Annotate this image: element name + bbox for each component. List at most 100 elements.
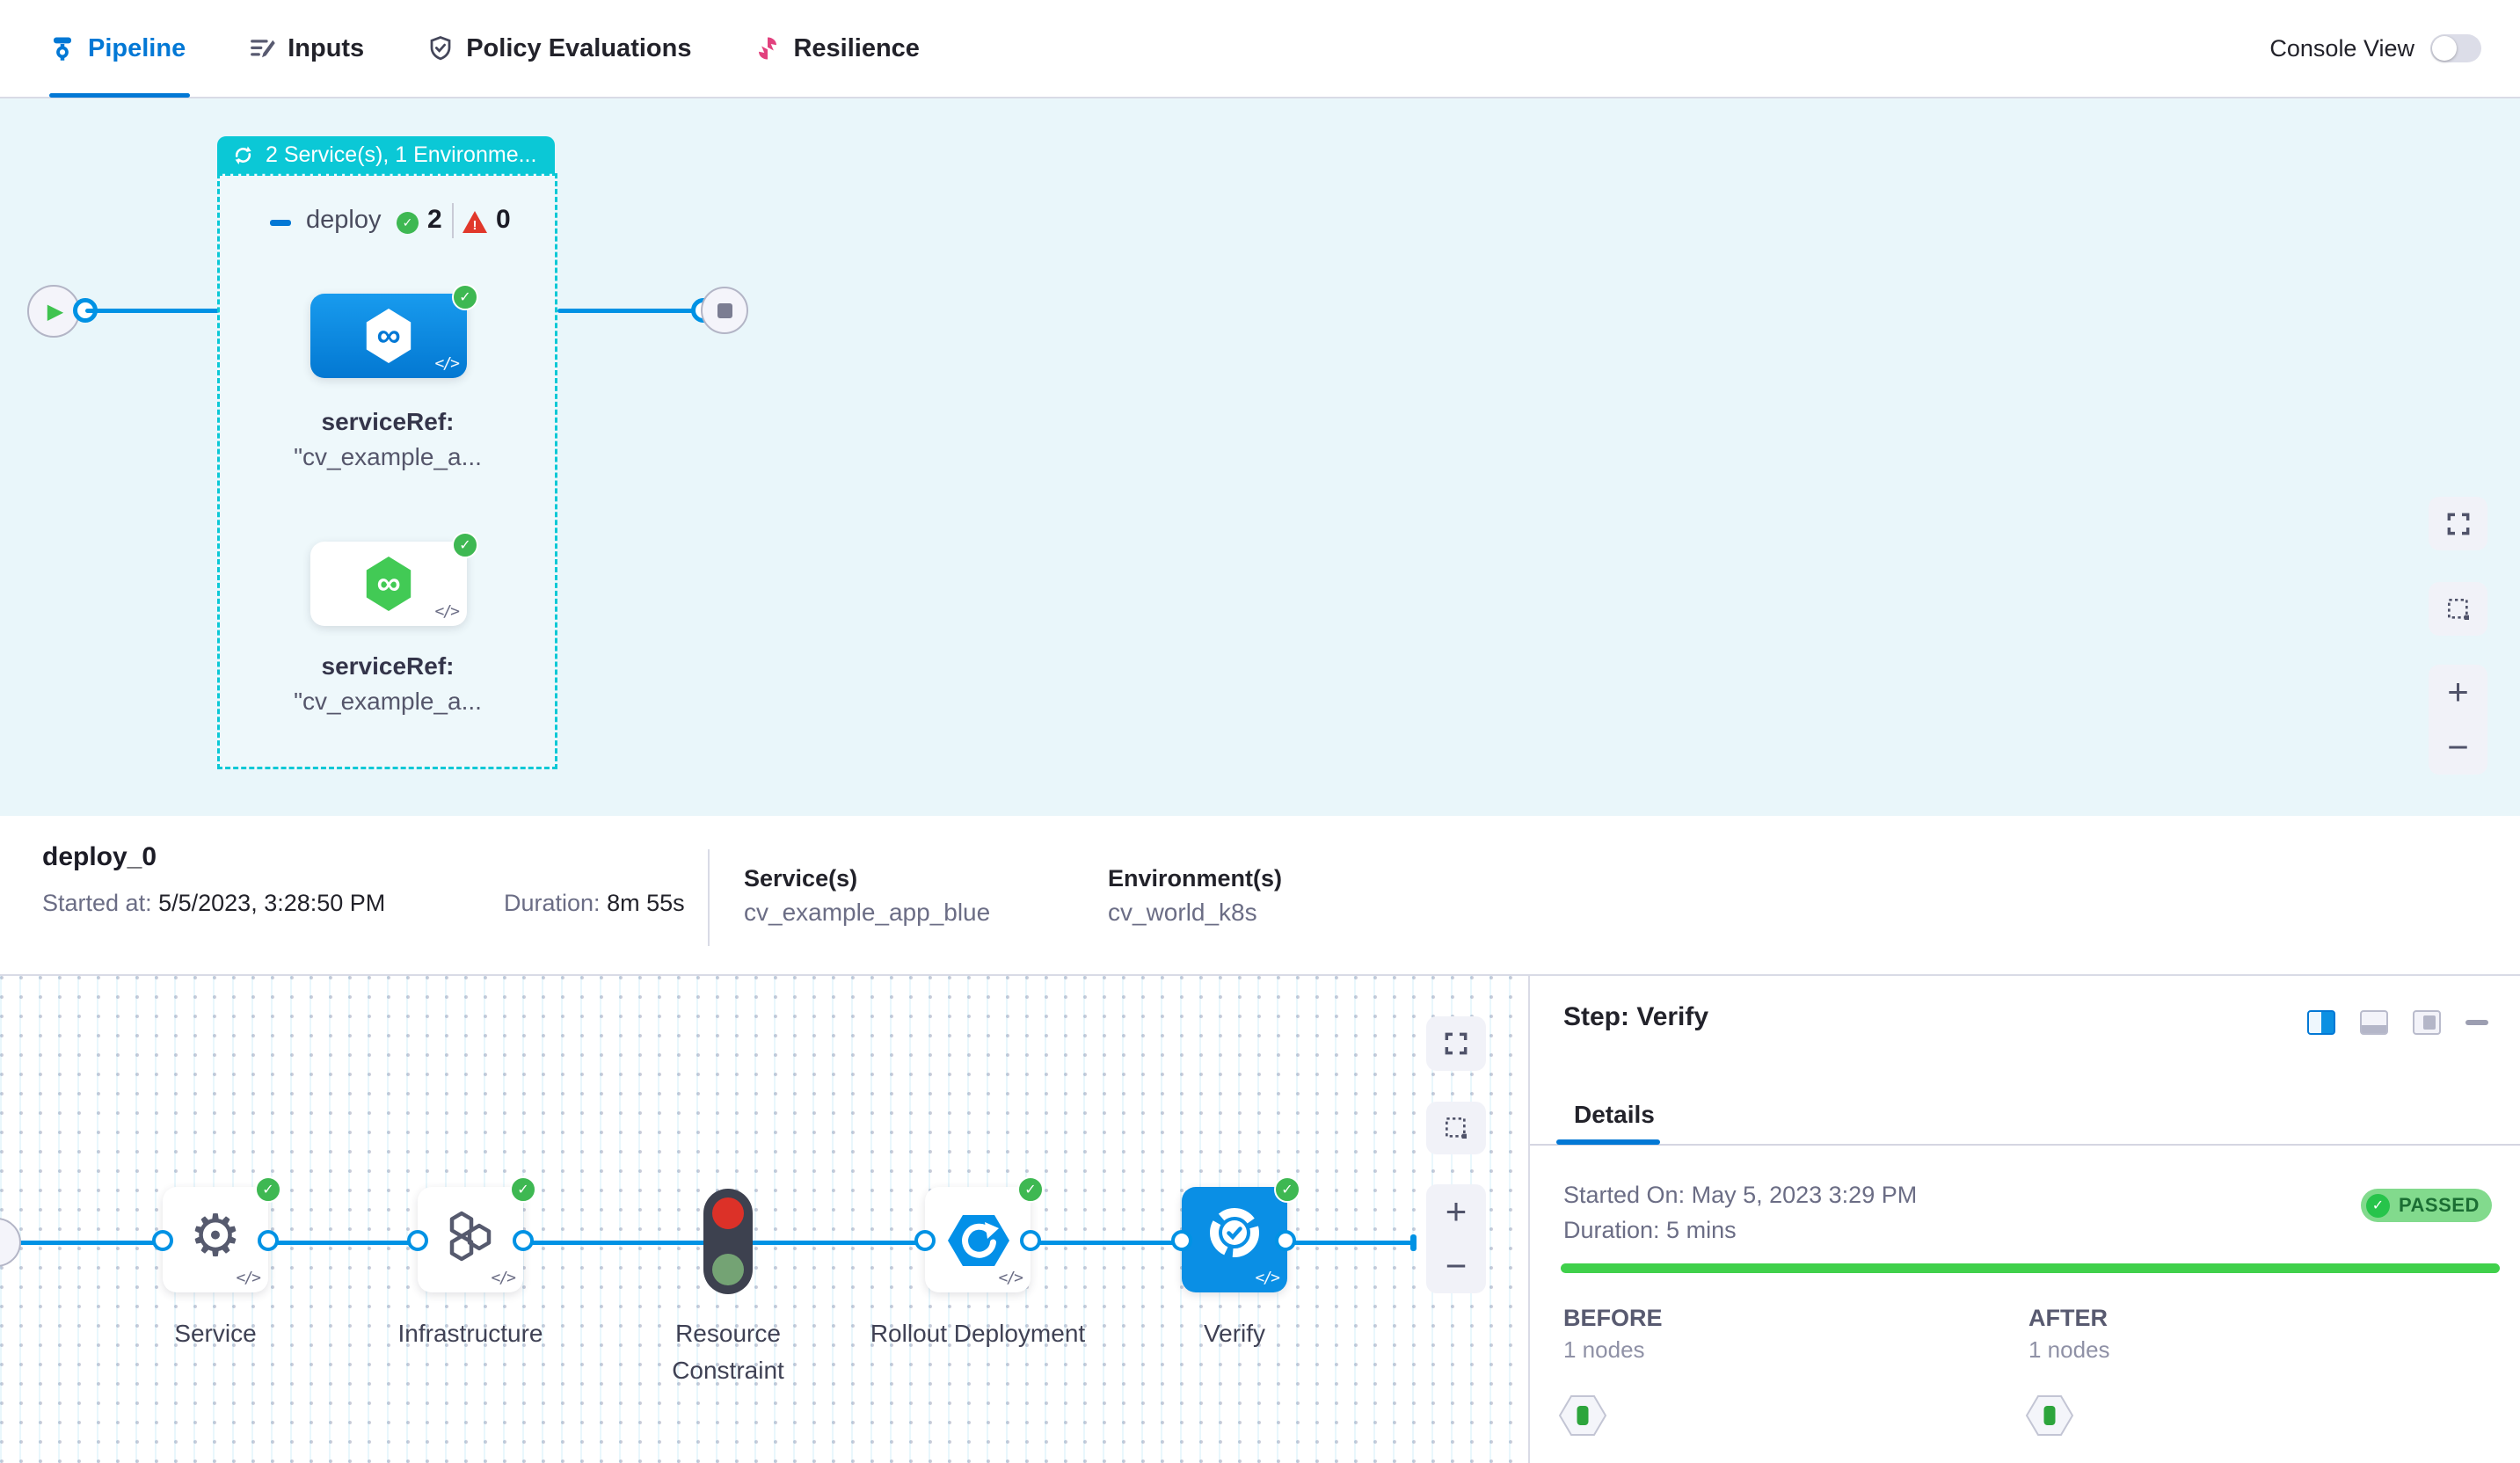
step-started-on: Started On: May 5, 2023 3:29 PM bbox=[1563, 1182, 1917, 1209]
code-glyph: </> bbox=[998, 1269, 1022, 1287]
stage-success-count: 2 bbox=[427, 205, 442, 235]
code-glyph: </> bbox=[1255, 1269, 1278, 1287]
step-label-resource-constraint: Resource Constraint bbox=[623, 1315, 834, 1389]
harness-service-icon: ∞ bbox=[364, 309, 413, 363]
services-header: Service(s) bbox=[744, 865, 857, 892]
duration: Duration: 8m 55s bbox=[504, 890, 685, 917]
pipeline-stage-canvas[interactable]: ▶ 2 Service(s), 1 Environme... deploy ✓ … bbox=[0, 98, 2520, 816]
stage-name[interactable]: deploy bbox=[306, 206, 381, 235]
rollout-step-success-badge: ✓ bbox=[1017, 1176, 1044, 1203]
started-at: Started at: 5/5/2023, 3:28:50 PM bbox=[42, 890, 385, 917]
console-view-label: Console View bbox=[2269, 35, 2414, 62]
layout-split-bottom-button[interactable] bbox=[2360, 1010, 2388, 1035]
layout-drawer-button[interactable] bbox=[2413, 1010, 2441, 1035]
infinity-glyph: ∞ bbox=[376, 317, 400, 355]
after-node-count: 1 nodes bbox=[2028, 1336, 2110, 1364]
before-node-hexagon[interactable] bbox=[1557, 1393, 1608, 1438]
code-glyph: </> bbox=[434, 602, 458, 621]
pipeline-start-node[interactable]: ▶ bbox=[27, 285, 80, 338]
step-node-verify[interactable]: </> bbox=[1182, 1187, 1287, 1292]
tab-details[interactable]: Details bbox=[1574, 1101, 1655, 1129]
pipeline-end-node[interactable] bbox=[701, 287, 748, 334]
status-check-icon: ✓ bbox=[2366, 1194, 2390, 1218]
layout-split-right-button[interactable] bbox=[2307, 1010, 2335, 1035]
resilience-chaos-icon bbox=[754, 35, 781, 62]
connector bbox=[1020, 1230, 1041, 1251]
service-2-label-key: serviceRef: bbox=[256, 652, 520, 681]
exec-canvas-fullscreen-button[interactable] bbox=[1426, 1016, 1486, 1071]
tab-inputs[interactable]: Inputs bbox=[249, 34, 364, 63]
service-node-2[interactable]: ∞ </> bbox=[310, 542, 467, 626]
stop-icon bbox=[717, 303, 732, 318]
service-2-label-value: "cv_example_a... bbox=[256, 688, 520, 716]
exec-canvas-reset-selection-button[interactable] bbox=[1426, 1102, 1486, 1154]
service-1-label-value: "cv_example_a... bbox=[256, 443, 520, 471]
infrastructure-step-success-badge: ✓ bbox=[510, 1176, 536, 1203]
tab-policy-evaluations[interactable]: Policy Evaluations bbox=[427, 34, 691, 63]
stage-failed-count: 0 bbox=[496, 205, 511, 235]
minimize-panel-button[interactable] bbox=[2465, 1020, 2488, 1025]
before-label: BEFORE bbox=[1563, 1305, 1663, 1332]
summary-divider bbox=[708, 849, 710, 946]
step-node-service[interactable]: ⚙ </> bbox=[163, 1187, 268, 1292]
canvas-reset-selection-button[interactable] bbox=[2429, 582, 2487, 636]
tab-resilience[interactable]: Resilience bbox=[754, 34, 919, 63]
edge-end-cap bbox=[1410, 1234, 1417, 1251]
drawer-icon-fill bbox=[2423, 1015, 2436, 1030]
services-value[interactable]: cv_example_app_blue bbox=[744, 899, 990, 927]
details-tab-indicator bbox=[1556, 1139, 1660, 1145]
verify-icon bbox=[1205, 1203, 1264, 1263]
step-node-infrastructure[interactable]: </> bbox=[418, 1187, 523, 1292]
service-step-success-badge: ✓ bbox=[255, 1176, 281, 1203]
step-details-panel: Step: Verify Details Started On: May 5, … bbox=[1530, 976, 2520, 1463]
tab-inputs-label: Inputs bbox=[288, 34, 364, 63]
warning-exclamation: ! bbox=[473, 218, 477, 233]
gear-icon: ⚙ bbox=[189, 1206, 241, 1264]
service-1-success-badge: ✓ bbox=[452, 284, 478, 310]
connector bbox=[258, 1230, 279, 1251]
stage-group-header[interactable]: 2 Service(s), 1 Environme... bbox=[217, 136, 555, 174]
stage-run-name[interactable]: deploy_0 bbox=[42, 842, 157, 872]
tab-pipeline-label: Pipeline bbox=[88, 34, 186, 63]
inputs-icon bbox=[249, 35, 275, 62]
verification-progress-bar bbox=[1561, 1263, 2500, 1273]
service-1-label-key: serviceRef: bbox=[256, 408, 520, 436]
exec-zoom-in-button[interactable]: + bbox=[1446, 1193, 1468, 1230]
exec-canvas-zoom-controls: + − bbox=[1426, 1184, 1486, 1293]
step-graph-canvas[interactable]: ⚙ </> ✓ Service </> ✓ Infrastructure Res… bbox=[0, 976, 1530, 1463]
exec-zoom-out-button[interactable]: − bbox=[1446, 1248, 1468, 1285]
traffic-light-green bbox=[712, 1254, 744, 1285]
harness-service-icon: ∞ bbox=[364, 557, 413, 611]
canvas-zoom-controls: + − bbox=[2429, 665, 2487, 775]
started-at-value: 5/5/2023, 3:28:50 PM bbox=[158, 890, 385, 916]
tab-pipeline[interactable]: Pipeline bbox=[49, 34, 186, 63]
step-duration: Duration: 5 mins bbox=[1563, 1217, 1737, 1244]
service-2-success-badge: ✓ bbox=[452, 532, 478, 558]
loop-icon bbox=[231, 143, 255, 167]
pipeline-execution-page: Pipeline Inputs Policy Evaluations R bbox=[0, 0, 2520, 1463]
infinity-glyph: ∞ bbox=[376, 565, 400, 603]
shield-check-icon bbox=[427, 35, 454, 62]
console-view-control: Console View bbox=[2269, 34, 2481, 62]
connector bbox=[407, 1230, 428, 1251]
console-view-toggle[interactable] bbox=[2430, 34, 2481, 62]
stage-group-badge-label: 2 Service(s), 1 Environme... bbox=[266, 142, 536, 168]
step-node-rollout-deployment[interactable]: </> bbox=[925, 1187, 1031, 1292]
verify-step-success-badge: ✓ bbox=[1274, 1176, 1300, 1203]
tab-policy-evaluations-label: Policy Evaluations bbox=[466, 34, 691, 63]
step-node-resource-constraint[interactable] bbox=[703, 1189, 753, 1294]
canvas-fullscreen-button[interactable] bbox=[2429, 497, 2487, 550]
toggle-knob bbox=[2432, 36, 2457, 61]
environments-value[interactable]: cv_world_k8s bbox=[1108, 899, 1257, 927]
service-node-1[interactable]: ∞ </> bbox=[310, 294, 467, 378]
connector bbox=[513, 1230, 534, 1251]
after-node-hexagon[interactable] bbox=[2024, 1393, 2075, 1438]
edge-start-to-stage bbox=[85, 309, 220, 313]
step-panel-title: Step: Verify bbox=[1563, 1002, 1708, 1032]
zoom-in-button[interactable]: + bbox=[2447, 673, 2469, 710]
status-badge: ✓ PASSED bbox=[2361, 1189, 2492, 1222]
collapse-stage-icon[interactable] bbox=[270, 220, 291, 226]
zoom-out-button[interactable]: − bbox=[2447, 729, 2469, 766]
step-label-infrastructure: Infrastructure bbox=[365, 1315, 576, 1352]
connector bbox=[152, 1230, 173, 1251]
